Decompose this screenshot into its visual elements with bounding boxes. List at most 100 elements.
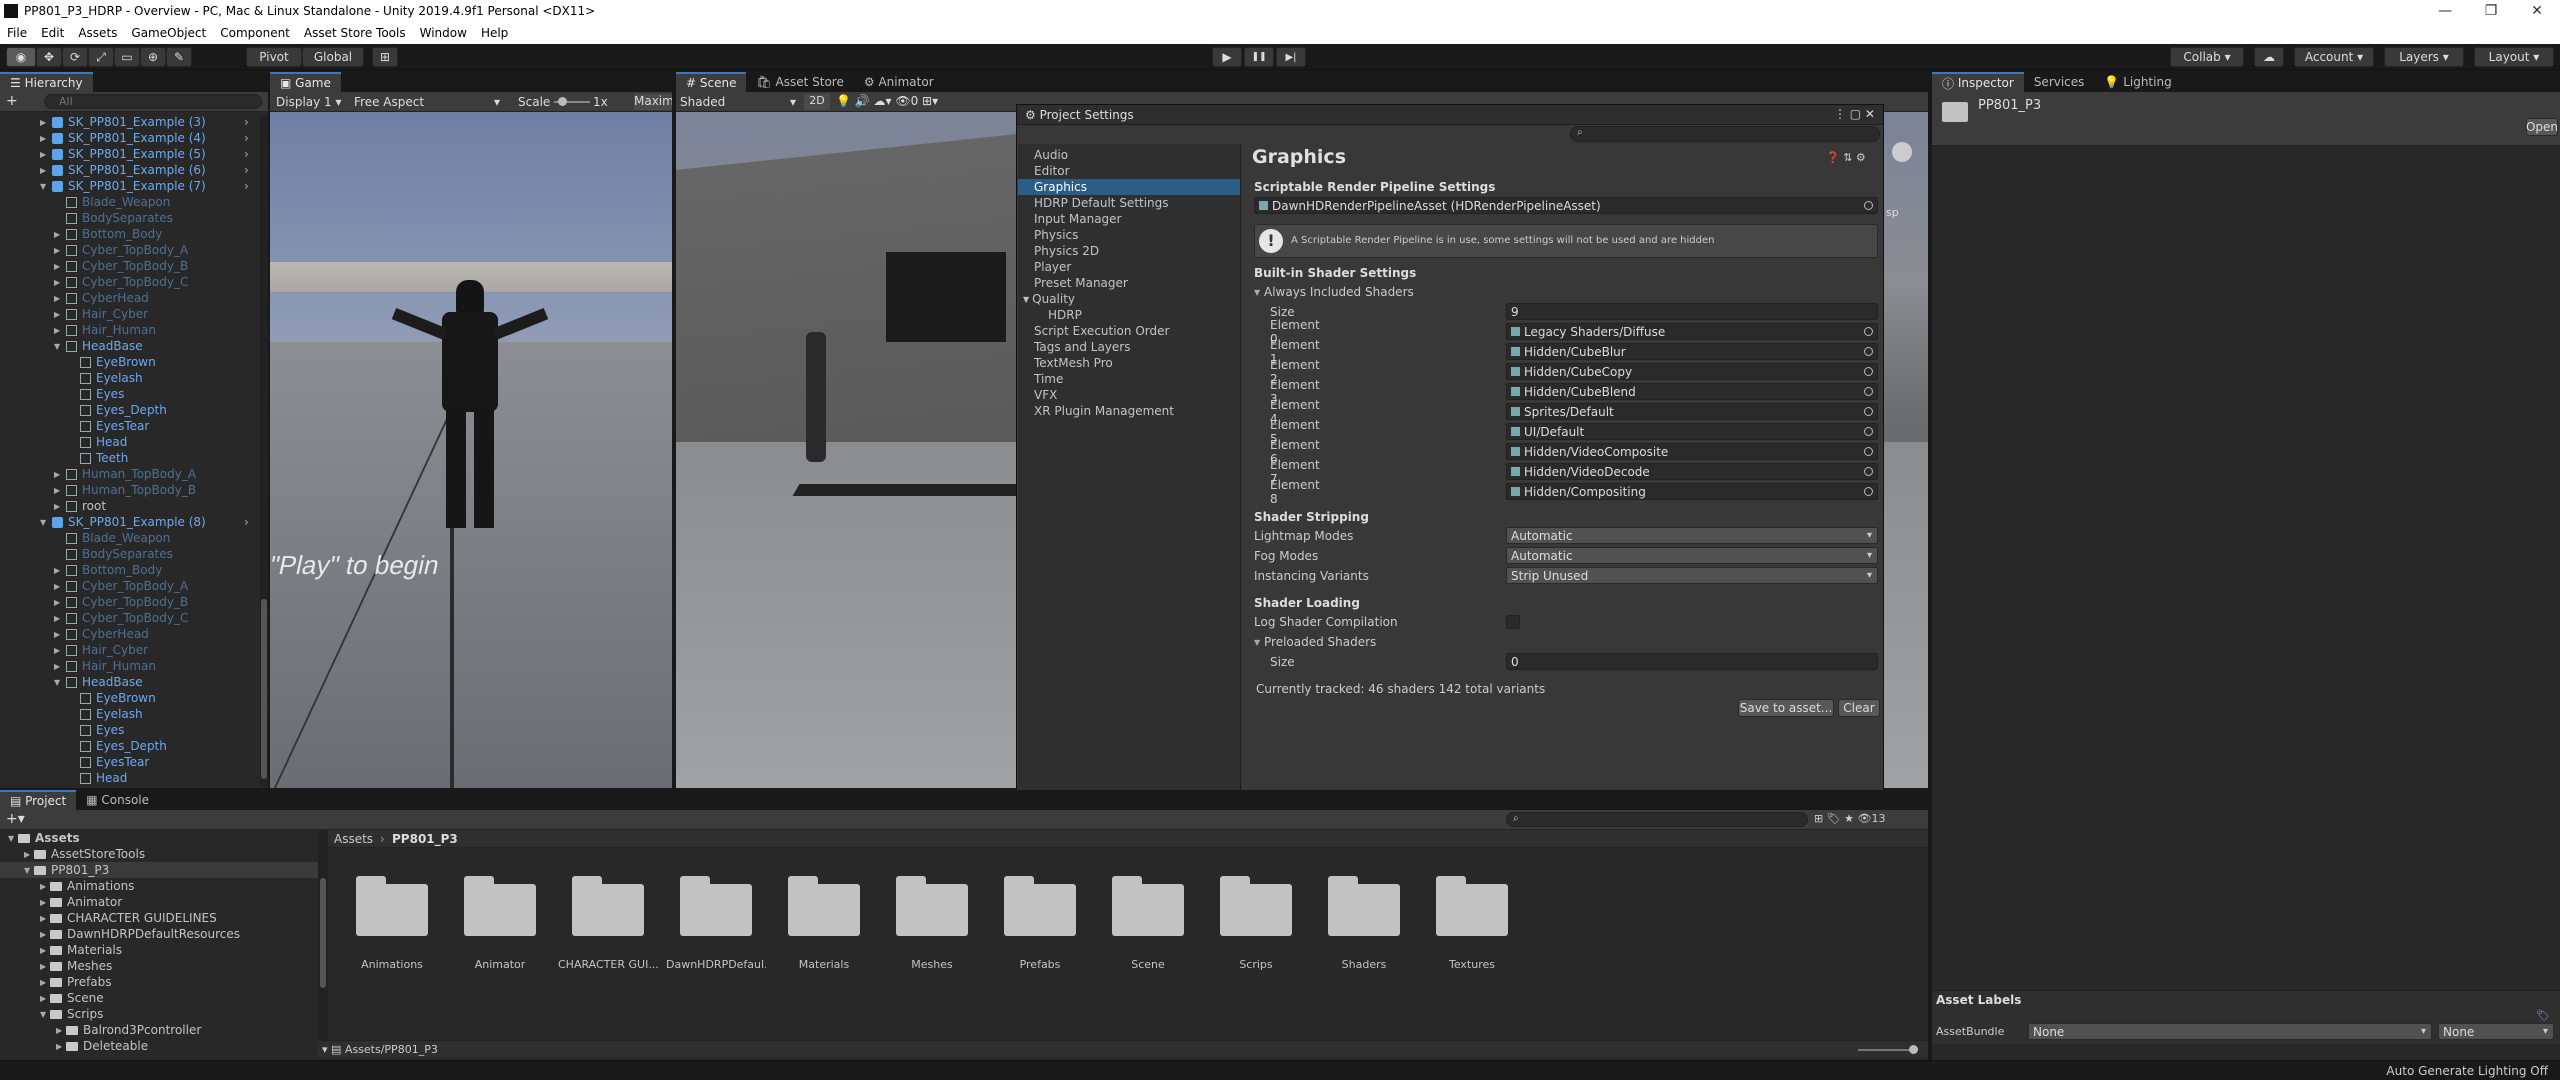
hierarchy-row[interactable]: ▶ SK_PP801_Example (4) › [0,130,249,146]
auto-generate-lighting-status[interactable]: Auto Generate Lighting Off [2386,1064,2548,1078]
global-toggle[interactable]: Global [302,47,364,67]
collapsed-arrow-icon[interactable]: ▶ [54,278,64,287]
shader-element-field[interactable]: Hidden/CubeBlur [1506,343,1878,360]
close-button[interactable]: ✕ [2514,3,2560,19]
foldout-open-icon[interactable]: ▼ [1023,295,1029,304]
menu-asset-store-tools[interactable]: Asset Store Tools [297,26,413,40]
settings-category[interactable]: VFX [1018,387,1240,403]
instancing-variants-dropdown[interactable]: Strip Unused [1506,567,1878,584]
icon-size-slider[interactable] [1858,1045,1918,1054]
folder-label[interactable]: DawnHDRPDefaul... [666,958,766,971]
breadcrumb-pp801[interactable]: PP801_P3 [392,832,458,846]
tab-inspector[interactable]: ⓘ Inspector [1932,72,2024,92]
menu-file[interactable]: File [0,26,34,40]
always-size-field[interactable]: 9 [1506,303,1878,320]
account-dropdown[interactable]: Account ▾ [2294,47,2374,67]
folder-icon[interactable] [1328,876,1400,936]
hierarchy-row[interactable]: EyesTear [0,754,149,770]
collapsed-arrow-icon[interactable]: ▶ [54,310,64,319]
expanded-arrow-icon[interactable]: ▼ [40,182,50,191]
tab-services[interactable]: Services [2024,72,2095,92]
hierarchy-row[interactable]: Blade_Weapon [0,194,170,210]
hierarchy-row[interactable]: ▶ Human_TopBody_A [0,466,196,482]
shader-element-field[interactable]: Hidden/Compositing [1506,483,1878,500]
pivot-toggle[interactable]: Pivot [246,47,302,67]
folder-label[interactable]: Scene [1098,958,1198,971]
folder-label[interactable]: Meshes [882,958,982,971]
settings-category[interactable]: Graphics [1018,179,1240,195]
collapsed-arrow-icon[interactable]: ▶ [40,914,50,923]
object-picker-icon[interactable] [1864,327,1873,336]
tab-lighting[interactable]: 💡 Lighting [2094,72,2181,92]
open-prefab-icon[interactable]: › [244,179,249,193]
object-picker-icon[interactable] [1864,387,1873,396]
tab-console[interactable]: ▦ Console [76,790,159,810]
folder-label[interactable]: Animator [450,958,550,971]
settings-category[interactable]: Script Execution Order [1018,323,1240,339]
menu-help[interactable]: Help [474,26,515,40]
maximize-button[interactable]: ❐ [2468,3,2514,19]
collapsed-arrow-icon[interactable]: ▶ [40,118,50,127]
collapsed-arrow-icon[interactable]: ▶ [54,326,64,335]
shader-element-field[interactable]: Hidden/CubeBlend [1506,383,1878,400]
grid-snap-icon[interactable]: ⊞ [372,47,398,67]
object-picker-icon[interactable] [1864,447,1873,456]
open-prefab-icon[interactable]: › [244,131,249,145]
collapsed-arrow-icon[interactable]: ▶ [40,978,50,987]
settings-category[interactable]: Audio [1018,147,1240,163]
settings-category[interactable]: Tags and Layers [1018,339,1240,355]
open-prefab-icon[interactable]: › [244,515,249,529]
project-tree-scrollbar[interactable] [318,830,328,1046]
hierarchy-row[interactable]: Eyes [0,722,124,738]
save-to-asset-button[interactable]: Save to asset... [1738,699,1834,717]
project-tree-item[interactable]: ▼ Assets [0,830,318,846]
project-tree-item[interactable]: ▶ Balrond3Pcontroller [0,1022,318,1038]
collapsed-arrow-icon[interactable]: ▶ [54,630,64,639]
expanded-arrow-icon[interactable]: ▼ [54,342,64,351]
settings-category[interactable]: HDRP [1018,307,1240,323]
assetbundle-dropdown[interactable]: None [2028,1023,2432,1040]
project-filter-icons[interactable]: ⊞ 🏷 ★ 👁13 [1814,812,1886,825]
move-tool-icon[interactable]: ✥ [36,47,62,67]
hierarchy-row[interactable]: ▶ Cyber_TopBody_B [0,258,188,274]
settings-category[interactable]: Physics 2D [1018,243,1240,259]
collapsed-arrow-icon[interactable]: ▶ [54,486,64,495]
menu-component[interactable]: Component [213,26,297,40]
project-tree-item[interactable]: ▶ AssetStoreTools [0,846,318,862]
hierarchy-row[interactable]: Blade_Weapon [0,530,170,546]
collapsed-arrow-icon[interactable]: ▶ [54,470,64,479]
folder-icon[interactable] [680,876,752,936]
minimize-button[interactable]: — [2422,3,2468,19]
collapsed-arrow-icon[interactable]: ▶ [40,882,50,891]
folder-label[interactable]: Animations [342,958,442,971]
hierarchy-row[interactable]: Eyes_Depth [0,402,167,418]
hierarchy-row[interactable]: ▶ Cyber_TopBody_B [0,594,188,610]
hierarchy-row[interactable]: Teeth [0,450,128,466]
menu-edit[interactable]: Edit [34,26,71,40]
custom-tool-icon[interactable]: ✎ [166,47,192,67]
step-button[interactable]: ▶| [1276,47,1306,67]
hierarchy-row[interactable]: ▶ CyberHead [0,626,149,642]
tab-asset-store[interactable]: 🛍 Asset Store [746,72,853,92]
collapsed-arrow-icon[interactable]: ▶ [54,598,64,607]
settings-category[interactable]: Time [1018,371,1240,387]
hierarchy-row[interactable]: ▶ SK_PP801_Example (6) › [0,162,249,178]
breadcrumb-assets[interactable]: Assets [334,832,373,846]
settings-category[interactable]: TextMesh Pro [1018,355,1240,371]
collapsed-arrow-icon[interactable]: ▶ [54,294,64,303]
folder-icon[interactable] [356,876,428,936]
object-picker-icon[interactable] [1864,407,1873,416]
settings-category[interactable]: Physics [1018,227,1240,243]
hierarchy-row[interactable]: ▶ SK_PP801_Example (3) › [0,114,249,130]
expanded-arrow-icon[interactable]: ▼ [54,678,64,687]
menu-gameobject[interactable]: GameObject [124,26,213,40]
hierarchy-row[interactable]: ▶ root [0,498,106,514]
2d-toggle[interactable]: 2D [804,94,830,110]
collapsed-arrow-icon[interactable]: ▶ [40,994,50,1003]
clear-button[interactable]: Clear [1838,699,1880,717]
project-tree-item[interactable]: ▼ PP801_P3 [0,862,318,878]
hierarchy-row[interactable]: ▶ SK_PP801_Example (5) › [0,146,249,162]
lightmap-modes-dropdown[interactable]: Automatic [1506,527,1878,544]
project-tree-item[interactable]: ▶ Animator [0,894,318,910]
scene-gizmo[interactable] [1882,132,1922,182]
